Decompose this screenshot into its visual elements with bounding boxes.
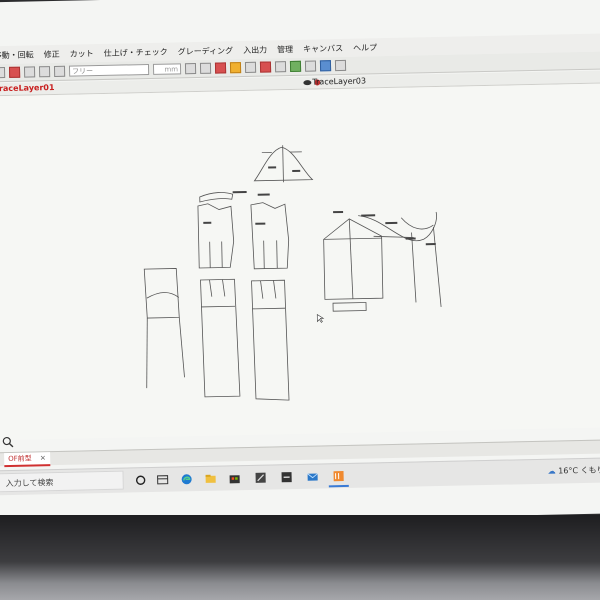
pattern-canvas[interactable]	[0, 83, 600, 441]
task-view-icon[interactable]	[135, 474, 147, 486]
tool-icon[interactable]	[38, 66, 51, 78]
weather-label[interactable]: 16°C くもり	[558, 466, 600, 476]
tool-icon[interactable]	[244, 61, 257, 73]
cape-piece	[323, 218, 384, 300]
front-skirt-piece	[200, 278, 241, 398]
belt-piece	[332, 302, 367, 312]
app-icon[interactable]	[255, 472, 267, 484]
app-icon[interactable]	[281, 471, 293, 483]
tool-icon[interactable]	[0, 67, 6, 79]
tool-icon[interactable]	[334, 59, 347, 72]
tool-icon[interactable]	[199, 62, 212, 74]
mode-select[interactable]: フリー	[68, 63, 150, 77]
tool-icon[interactable]	[304, 60, 317, 72]
store-icon[interactable]	[229, 472, 241, 484]
mail-icon[interactable]	[307, 471, 319, 483]
file-explorer-icon[interactable]	[205, 473, 217, 485]
tool-icon[interactable]	[289, 60, 302, 73]
close-icon[interactable]: ✕	[40, 454, 46, 462]
tool-icon[interactable]	[229, 62, 242, 74]
menu-finish-check[interactable]: 仕上げ・チェック	[104, 46, 168, 58]
pattern-app-icon[interactable]	[332, 470, 344, 482]
back-skirt-piece	[251, 279, 290, 401]
document-tab[interactable]: OF前型 ✕	[4, 452, 51, 468]
menu-modify[interactable]: 修正	[44, 48, 60, 59]
yoke-piece	[143, 268, 180, 319]
pattern-drawing	[143, 145, 442, 401]
menu-grading[interactable]: グレーディング	[178, 45, 234, 57]
screen: 移動・回転 修正 カット 仕上げ・チェック グレーディング 入出力 管理 キャン…	[0, 0, 600, 527]
tool-icon[interactable]	[53, 65, 66, 77]
active-app-indicator	[328, 484, 349, 488]
edge-browser-icon[interactable]	[181, 473, 193, 485]
mouse-cursor	[316, 313, 325, 323]
front-bodice-piece	[197, 203, 235, 269]
tool-icon[interactable]	[214, 62, 227, 74]
zoom-icon[interactable]	[2, 436, 14, 448]
tool-icon[interactable]	[8, 66, 21, 78]
cloud-icon: ☁	[547, 466, 556, 476]
sleeve-piece	[358, 211, 437, 242]
tab-tracelayer03[interactable]: TraceLayer03	[312, 76, 366, 86]
unit-field[interactable]: mm	[152, 63, 182, 75]
tab-tracelayer01[interactable]: TraceLayer01	[0, 83, 55, 93]
menu-help[interactable]: ヘルプ	[353, 42, 377, 54]
tool-icon[interactable]	[23, 66, 36, 78]
menu-canvas[interactable]: キャンバス	[303, 42, 343, 54]
widgets-icon[interactable]	[157, 474, 169, 486]
tool-icon[interactable]	[259, 61, 272, 73]
menu-move-rotate[interactable]: 移動・回転	[0, 49, 34, 61]
collar-piece	[199, 192, 234, 203]
back-bodice-piece	[250, 202, 290, 270]
tool-icon[interactable]	[274, 61, 287, 73]
menu-manage[interactable]: 管理	[277, 43, 293, 54]
menu-io[interactable]: 入出力	[243, 44, 267, 56]
laptop-bezel	[0, 515, 600, 600]
tool-icon[interactable]	[319, 60, 332, 72]
menu-cut[interactable]: カット	[70, 48, 94, 60]
system-tray: ☁ 16°C くもり	[548, 465, 600, 477]
taskbar-search-input[interactable]: 入力して検索	[0, 470, 124, 493]
document-tab-label: OF前型	[8, 454, 32, 464]
tool-icon[interactable]	[184, 63, 197, 75]
